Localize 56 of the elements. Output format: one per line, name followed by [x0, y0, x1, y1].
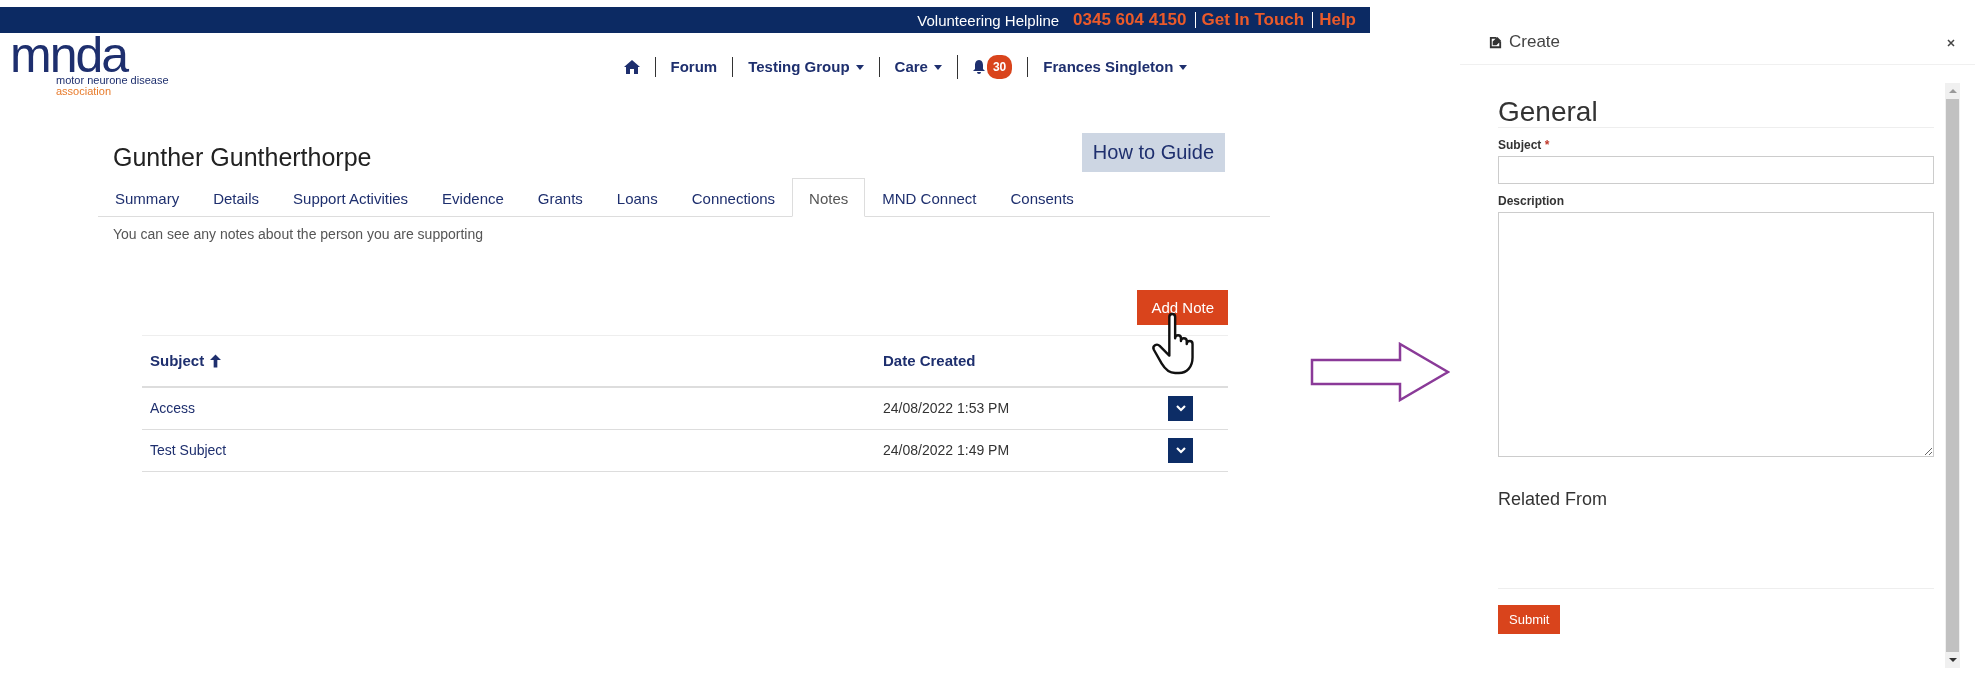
tab[interactable]: MND Connect	[865, 177, 994, 217]
scrollbar-thumb[interactable]	[1946, 99, 1959, 652]
chevron-down-icon	[1175, 404, 1186, 412]
helpline-phone: 0345 604 4150	[1073, 10, 1187, 30]
top-link[interactable]: Help	[1312, 12, 1356, 28]
edit-icon	[1488, 34, 1503, 50]
chevron-down-icon	[1175, 446, 1186, 454]
helpline-label: Volunteering Helpline	[917, 11, 1060, 29]
notifications-button[interactable]: 30	[956, 55, 1028, 79]
nav-dropdown[interactable]: Care	[878, 57, 957, 77]
tab[interactable]: Consents	[993, 177, 1091, 217]
required-mark: *	[1544, 138, 1550, 152]
nav-link[interactable]: Forum	[654, 57, 733, 77]
right-arrow-icon	[1310, 342, 1450, 402]
tab[interactable]: Evidence	[425, 177, 521, 217]
section-heading: General	[1498, 97, 1934, 128]
scrollbar[interactable]	[1945, 83, 1960, 668]
subject-input[interactable]	[1498, 156, 1934, 184]
notification-count: 30	[986, 55, 1013, 79]
caret-icon	[1179, 64, 1188, 70]
logo-wordmark: mnda	[10, 35, 129, 75]
intro-text: You can see any notes about the person you are supporting	[113, 225, 484, 242]
person-name: Gunther Guntherthorpe	[113, 142, 372, 172]
tab[interactable]: Details	[196, 177, 277, 217]
logo-tagline: motor neurone disease	[56, 75, 169, 86]
panel-title: Create	[1509, 32, 1562, 52]
home-icon	[623, 60, 640, 74]
bell-icon	[972, 60, 985, 74]
scroll-down-icon	[1948, 658, 1957, 662]
tab[interactable]: Connections	[674, 177, 793, 217]
field-label: Subject *	[1498, 138, 1551, 152]
tab[interactable]: Summary	[98, 177, 197, 217]
nav-dropdown[interactable]: Frances Singleton	[1027, 57, 1203, 77]
tab[interactable]: Notes	[792, 177, 866, 217]
row-menu-button[interactable]	[1168, 437, 1193, 463]
table-cell-text: Test Subject	[150, 442, 228, 459]
field-label: Description	[1498, 194, 1565, 208]
section-heading: Related From	[1498, 489, 1609, 510]
top-link[interactable]: Get In Touch	[1194, 12, 1305, 28]
guide-button[interactable]: How to Guide	[1081, 132, 1225, 172]
tab[interactable]: Support Activities	[276, 177, 426, 217]
table-cell-text: Access	[150, 400, 197, 417]
caret-icon	[933, 64, 942, 70]
row-menu-button[interactable]	[1168, 395, 1193, 421]
caret-icon	[855, 64, 864, 70]
logo-tagline: association	[56, 86, 113, 97]
tab[interactable]: Loans	[599, 177, 675, 217]
tab[interactable]: Grants	[520, 177, 600, 217]
table-cell-text: 24/08/2022 1:53 PM	[883, 400, 1011, 417]
table-cell-text: 24/08/2022 1:49 PM	[883, 442, 1011, 459]
nav-dropdown[interactable]: Testing Group	[732, 57, 879, 77]
scroll-up-icon	[1948, 89, 1957, 93]
add-note-button[interactable]: Add Note	[1137, 289, 1228, 325]
column-header[interactable]: Subject	[150, 352, 883, 370]
submit-button[interactable]: Submit	[1498, 605, 1561, 634]
close-icon	[1947, 39, 1955, 47]
